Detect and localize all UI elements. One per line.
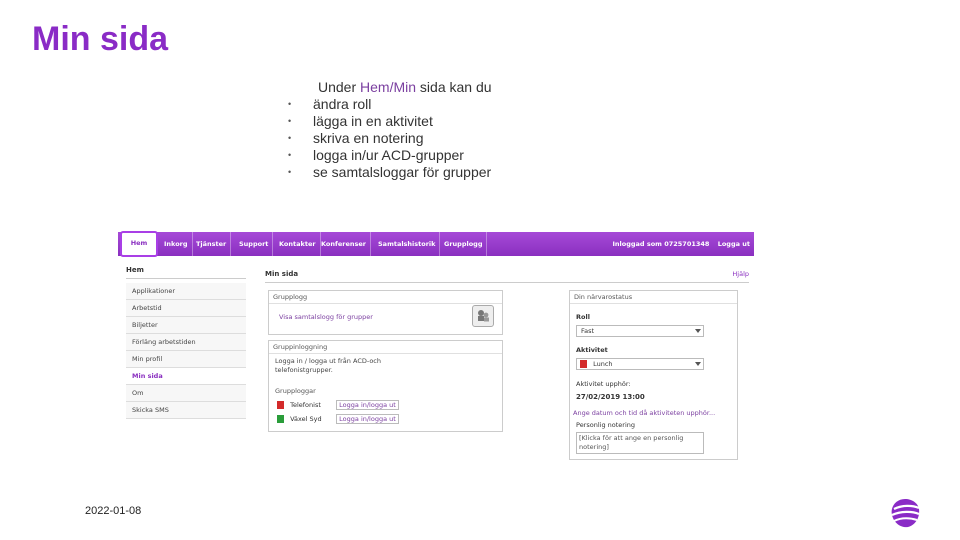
- logout-link[interactable]: Logga ut: [718, 240, 750, 248]
- group-login-text: Logga in / logga ut från ACD-och telefon…: [275, 357, 381, 374]
- intro-bullet-list: ändra roll lägga in en aktivitet skriva …: [288, 96, 588, 181]
- person-red-icon: [277, 401, 284, 409]
- set-end-date-link[interactable]: Ange datum och tid då aktiviteten upphör…: [573, 409, 715, 417]
- left-nav-item[interactable]: Biljetter: [126, 317, 246, 334]
- role-value: Fast: [581, 327, 595, 335]
- note-label: Personlig notering: [576, 421, 636, 429]
- activity-ends-value: 27/02/2019 13:00: [576, 393, 645, 401]
- main-heading: Min sida: [265, 270, 299, 278]
- slide-title: Min sida: [32, 20, 169, 58]
- group-login-panel: Gruppinloggning Logga in / logga ut från…: [268, 340, 503, 432]
- group-login-button[interactable]: Logga in/logga ut: [336, 400, 399, 410]
- group-row: Telefonist Logga in/logga ut: [277, 400, 399, 410]
- brand-logo-icon: [891, 499, 920, 528]
- presence-title: Din närvarostatus: [570, 291, 737, 304]
- activity-select[interactable]: Lunch: [576, 358, 704, 370]
- personal-note-field[interactable]: [Klicka för att ange en personlig noteri…: [576, 432, 704, 454]
- nav-tab-services[interactable]: Tjänster: [192, 232, 232, 256]
- person-green-icon: [277, 415, 284, 423]
- top-nav-bar: Hem Inkorg Tjänster Support Kontakter Ko…: [118, 231, 754, 257]
- left-nav-item[interactable]: Skicka SMS: [126, 402, 246, 419]
- nav-tab-home[interactable]: Hem: [120, 231, 158, 257]
- group-row: Växel Syd Logga in/logga ut: [277, 414, 399, 424]
- bullet-item: skriva en notering: [288, 130, 588, 147]
- intro-prefix: Under: [318, 79, 361, 95]
- activity-label: Aktivitet: [576, 346, 608, 354]
- logged-in-label: Inloggad som 0725701348: [612, 240, 710, 248]
- bullet-item: lägga in en aktivitet: [288, 113, 588, 130]
- left-nav-item[interactable]: Förläng arbetstiden: [126, 334, 246, 351]
- group-name: Växel Syd: [290, 415, 322, 423]
- role-select[interactable]: Fast: [576, 325, 704, 337]
- left-nav-item[interactable]: Arbetstid: [126, 300, 246, 317]
- left-nav-item[interactable]: Min profil: [126, 351, 246, 368]
- group-log-link[interactable]: Visa samtalslogg för grupper: [279, 313, 373, 321]
- group-log-panel: Grupplogg Visa samtalslogg för grupper: [268, 290, 503, 335]
- nav-tab-contacts[interactable]: Kontakter: [275, 232, 321, 256]
- activity-value: Lunch: [593, 360, 613, 368]
- footer-date: 2022-01-08: [85, 505, 142, 517]
- app-screenshot: Hem Inkorg Tjänster Support Kontakter Ko…: [118, 231, 754, 462]
- user-info: Inloggad som 0725701348 Logga ut: [612, 232, 750, 256]
- groups-title: Grupploggar: [275, 387, 316, 395]
- nav-tab-group-log[interactable]: Grupplogg: [440, 232, 488, 256]
- bullet-item: logga in/ur ACD-grupper: [288, 147, 588, 164]
- intro-suffix: sida kan du: [416, 79, 492, 95]
- bullet-item: se samtalsloggar för grupper: [288, 164, 588, 181]
- group-login-button[interactable]: Logga in/logga ut: [336, 414, 399, 424]
- nav-tab-support[interactable]: Support: [235, 232, 274, 256]
- person-red-icon: [580, 360, 587, 368]
- group-log-icon[interactable]: [472, 305, 494, 327]
- group-name: Telefonist: [290, 401, 321, 409]
- nav-tab-call-history[interactable]: Samtalshistorik: [374, 232, 441, 256]
- chevron-down-icon: [695, 329, 701, 333]
- main-divider: [265, 282, 749, 283]
- intro-heading: Under Hem/Min sida kan du: [288, 79, 588, 96]
- left-nav-item[interactable]: Applikationer: [126, 283, 246, 300]
- bullet-item: ändra roll: [288, 96, 588, 113]
- intro-accent: Hem/Min: [360, 79, 417, 95]
- left-nav: Hem Applikationer Arbetstid Biljetter Fö…: [126, 266, 246, 419]
- help-link[interactable]: Hjälp: [732, 270, 749, 278]
- nav-tab-conferences[interactable]: Konferenser: [317, 232, 371, 256]
- group-login-title: Gruppinloggning: [269, 341, 502, 354]
- intro-block: Under Hem/Min sida kan du ändra roll läg…: [288, 79, 588, 181]
- left-nav-item-current[interactable]: Min sida: [126, 368, 246, 385]
- nav-tab-inbox[interactable]: Inkorg: [160, 232, 193, 256]
- group-log-title: Grupplogg: [269, 291, 502, 304]
- role-label: Roll: [576, 313, 590, 321]
- presence-panel: Din närvarostatus Roll Fast Aktivitet Lu…: [569, 290, 738, 460]
- activity-ends-label: Aktivitet upphör:: [576, 380, 631, 388]
- left-nav-item[interactable]: Om: [126, 385, 246, 402]
- chevron-down-icon: [695, 362, 701, 366]
- left-nav-heading: Hem: [126, 266, 246, 279]
